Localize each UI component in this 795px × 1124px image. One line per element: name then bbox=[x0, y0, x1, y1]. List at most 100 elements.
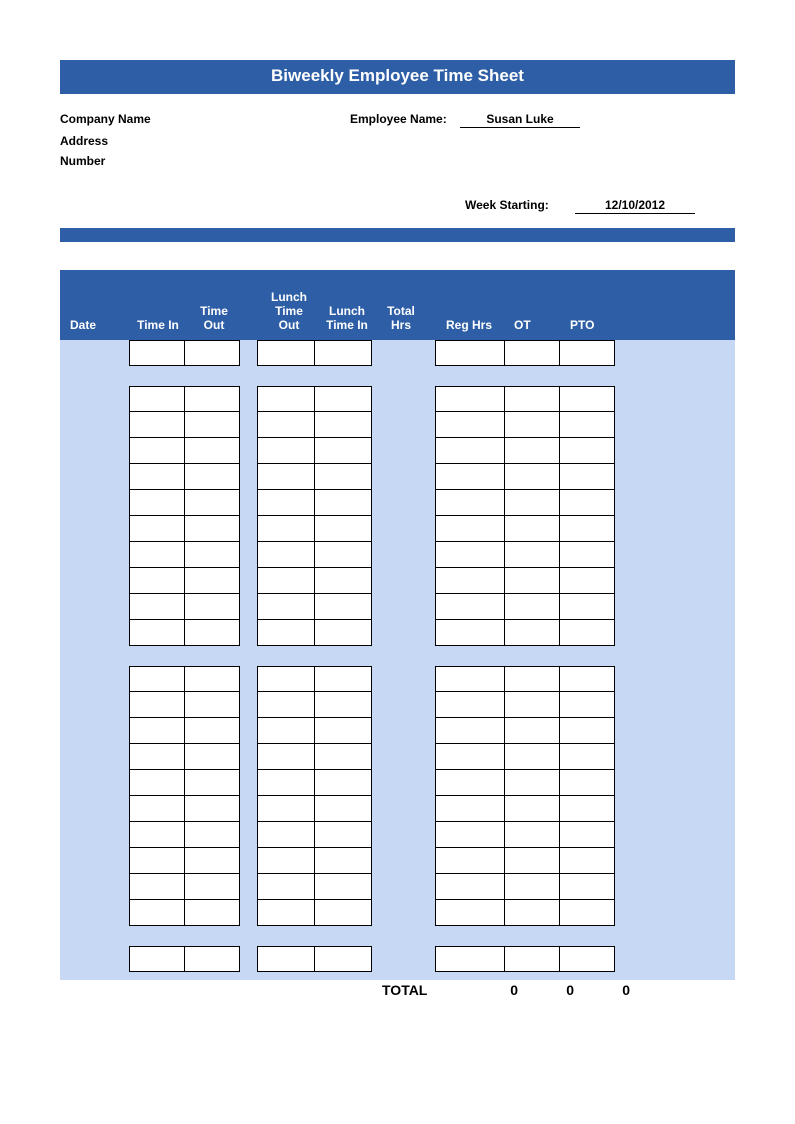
cell[interactable] bbox=[504, 515, 560, 542]
cell[interactable] bbox=[435, 946, 505, 972]
cell[interactable] bbox=[184, 463, 240, 490]
cell[interactable] bbox=[184, 437, 240, 464]
cell[interactable] bbox=[257, 666, 315, 692]
cell[interactable] bbox=[184, 795, 240, 822]
cell[interactable] bbox=[314, 515, 372, 542]
cell[interactable] bbox=[504, 411, 560, 438]
cell[interactable] bbox=[314, 795, 372, 822]
cell[interactable] bbox=[504, 847, 560, 874]
cell[interactable] bbox=[435, 515, 505, 542]
cell[interactable] bbox=[435, 541, 505, 568]
cell[interactable] bbox=[435, 489, 505, 516]
cell[interactable] bbox=[559, 691, 615, 718]
cell[interactable] bbox=[435, 386, 505, 412]
cell[interactable] bbox=[504, 899, 560, 926]
cell[interactable] bbox=[435, 873, 505, 900]
cell[interactable] bbox=[314, 411, 372, 438]
cell[interactable] bbox=[129, 691, 185, 718]
cell[interactable] bbox=[257, 873, 315, 900]
cell[interactable] bbox=[129, 899, 185, 926]
cell[interactable] bbox=[257, 411, 315, 438]
cell[interactable] bbox=[559, 946, 615, 972]
cell[interactable] bbox=[504, 386, 560, 412]
cell[interactable] bbox=[129, 515, 185, 542]
cell[interactable] bbox=[559, 411, 615, 438]
cell[interactable] bbox=[314, 340, 372, 366]
cell[interactable] bbox=[184, 489, 240, 516]
cell[interactable] bbox=[559, 666, 615, 692]
cell[interactable] bbox=[184, 821, 240, 848]
cell[interactable] bbox=[435, 593, 505, 620]
cell[interactable] bbox=[559, 515, 615, 542]
cell[interactable] bbox=[184, 691, 240, 718]
cell[interactable] bbox=[435, 691, 505, 718]
cell[interactable] bbox=[257, 541, 315, 568]
cell[interactable] bbox=[435, 340, 505, 366]
cell[interactable] bbox=[184, 340, 240, 366]
cell[interactable] bbox=[129, 489, 185, 516]
cell[interactable] bbox=[184, 717, 240, 744]
cell[interactable] bbox=[184, 541, 240, 568]
cell[interactable] bbox=[314, 386, 372, 412]
cell[interactable] bbox=[435, 899, 505, 926]
cell[interactable] bbox=[559, 386, 615, 412]
cell[interactable] bbox=[184, 873, 240, 900]
cell[interactable] bbox=[257, 386, 315, 412]
cell[interactable] bbox=[559, 821, 615, 848]
cell[interactable] bbox=[184, 411, 240, 438]
cell[interactable] bbox=[314, 946, 372, 972]
cell[interactable] bbox=[129, 847, 185, 874]
cell[interactable] bbox=[257, 899, 315, 926]
cell[interactable] bbox=[435, 567, 505, 594]
cell[interactable] bbox=[257, 489, 315, 516]
cell[interactable] bbox=[559, 340, 615, 366]
cell[interactable] bbox=[257, 769, 315, 796]
cell[interactable] bbox=[257, 717, 315, 744]
cell[interactable] bbox=[435, 717, 505, 744]
cell[interactable] bbox=[257, 619, 315, 646]
cell[interactable] bbox=[559, 593, 615, 620]
cell[interactable] bbox=[504, 593, 560, 620]
cell[interactable] bbox=[559, 619, 615, 646]
cell[interactable] bbox=[184, 769, 240, 796]
cell[interactable] bbox=[184, 666, 240, 692]
cell[interactable] bbox=[184, 386, 240, 412]
cell[interactable] bbox=[257, 515, 315, 542]
cell[interactable] bbox=[129, 743, 185, 770]
cell[interactable] bbox=[314, 743, 372, 770]
cell[interactable] bbox=[129, 666, 185, 692]
cell[interactable] bbox=[504, 463, 560, 490]
cell[interactable] bbox=[504, 795, 560, 822]
cell[interactable] bbox=[314, 717, 372, 744]
cell[interactable] bbox=[435, 743, 505, 770]
cell[interactable] bbox=[129, 437, 185, 464]
cell[interactable] bbox=[129, 593, 185, 620]
cell[interactable] bbox=[314, 691, 372, 718]
cell[interactable] bbox=[257, 743, 315, 770]
cell[interactable] bbox=[435, 795, 505, 822]
cell[interactable] bbox=[314, 619, 372, 646]
cell[interactable] bbox=[129, 946, 185, 972]
cell[interactable] bbox=[559, 873, 615, 900]
cell[interactable] bbox=[314, 541, 372, 568]
cell[interactable] bbox=[129, 463, 185, 490]
cell[interactable] bbox=[435, 666, 505, 692]
cell[interactable] bbox=[129, 541, 185, 568]
cell[interactable] bbox=[314, 821, 372, 848]
cell[interactable] bbox=[257, 821, 315, 848]
cell[interactable] bbox=[559, 769, 615, 796]
cell[interactable] bbox=[559, 463, 615, 490]
cell[interactable] bbox=[314, 769, 372, 796]
cell[interactable] bbox=[257, 593, 315, 620]
cell[interactable] bbox=[184, 619, 240, 646]
cell[interactable] bbox=[559, 567, 615, 594]
cell[interactable] bbox=[129, 619, 185, 646]
cell[interactable] bbox=[504, 541, 560, 568]
cell[interactable] bbox=[314, 489, 372, 516]
cell[interactable] bbox=[504, 691, 560, 718]
cell[interactable] bbox=[129, 717, 185, 744]
cell[interactable] bbox=[184, 946, 240, 972]
cell[interactable] bbox=[504, 873, 560, 900]
cell[interactable] bbox=[435, 619, 505, 646]
cell[interactable] bbox=[504, 567, 560, 594]
